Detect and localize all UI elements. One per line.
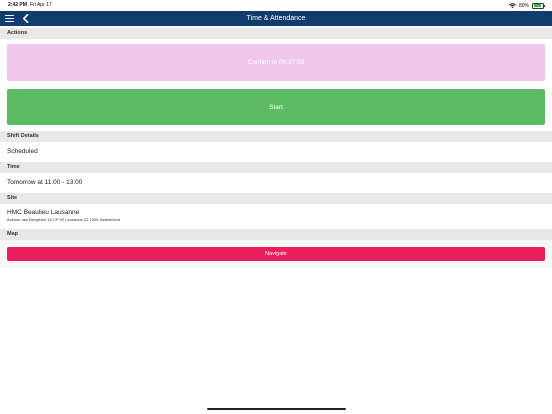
shift-status-row: Scheduled [0,142,552,160]
start-button[interactable]: Start [7,89,545,125]
time-row: Tomorrow at 11:00 - 13:00 [0,173,552,191]
section-header-site: Site [0,193,552,204]
navigate-button[interactable]: Navigate [7,247,545,261]
battery-icon [532,2,545,9]
section-header-shift-details: Shift Details [0,131,552,142]
shift-time: Tomorrow at 11:00 - 13:00 [7,179,83,186]
site-row: HMC Beaulieu Lausanne Avenue des Bergièr… [0,204,552,228]
status-time: 2:42 PM [8,2,27,8]
site-address: Avenue des Bergières 10 CP 90 Lausanne 2… [7,217,121,222]
shift-status: Scheduled [7,148,38,155]
status-indicators: 80% [509,1,545,10]
status-date: Fri Apr 17 [30,2,52,8]
status-bar: 2:42 PM Fri Apr 17 80% [0,0,552,11]
wifi-icon [509,2,516,8]
battery-percent: 80% [518,2,529,9]
section-header-actions: Actions [0,28,552,39]
home-indicator[interactable] [207,408,346,410]
battery-fill [533,4,541,7]
site-name: HMC Beaulieu Lausanne [7,209,80,216]
confirm-button[interactable]: Confirm in 06:17:55 [7,44,545,81]
section-header-time: Time [0,162,552,173]
section-header-map: Map [0,229,552,240]
nav-bar: Time & Attendance [0,11,552,26]
page-title: Time & Attendance [246,15,306,22]
